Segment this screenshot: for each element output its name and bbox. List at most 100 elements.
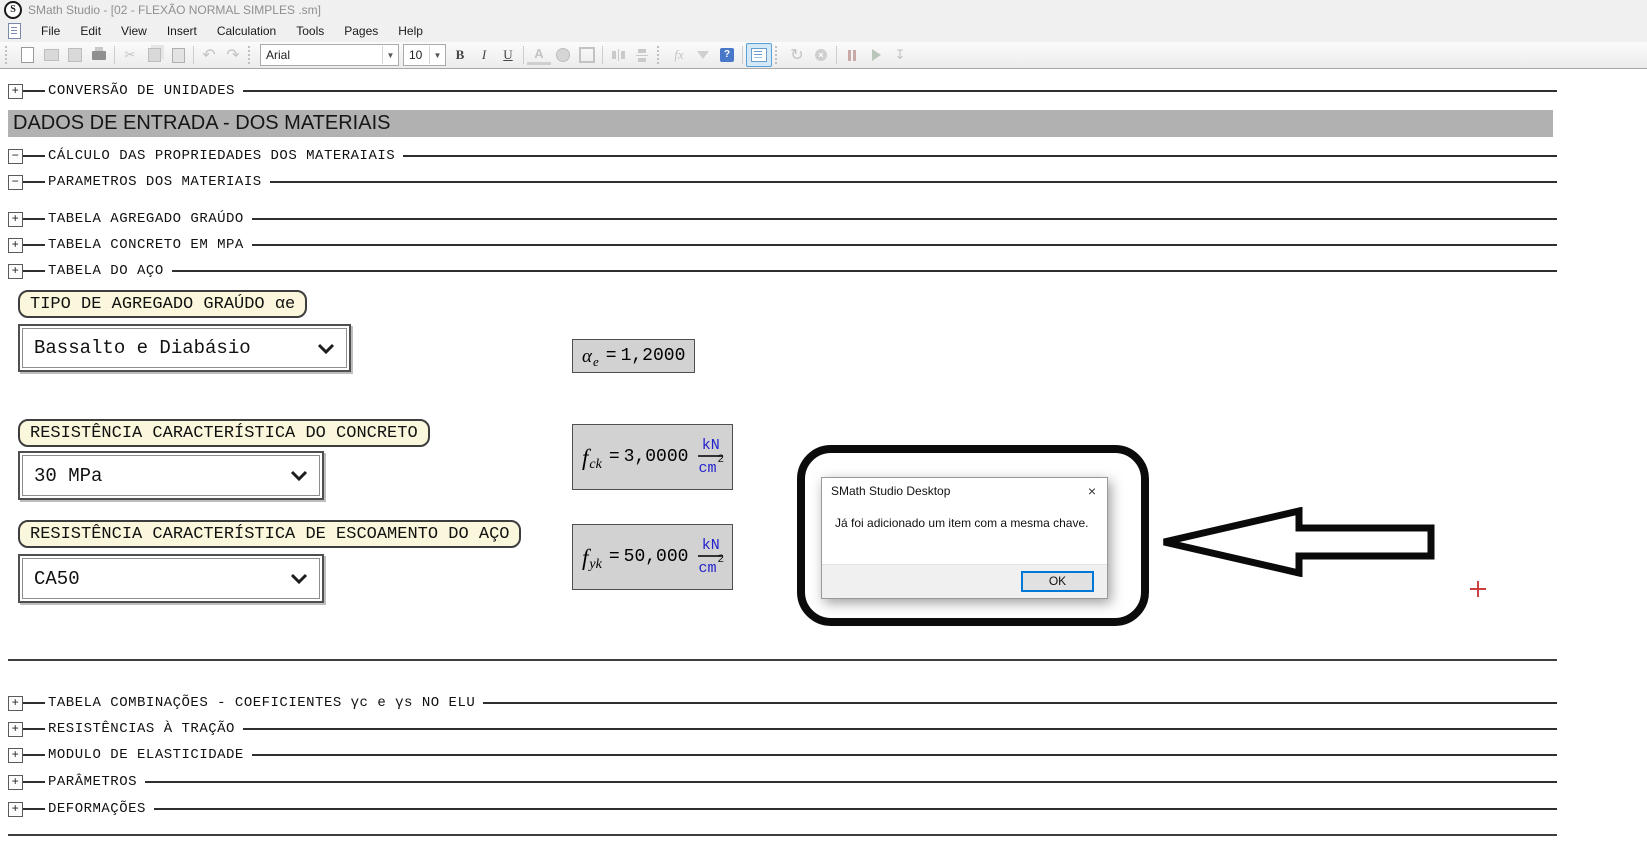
smath-logo-icon: S — [4, 1, 22, 19]
border-button[interactable] — [575, 44, 599, 66]
section-rule — [483, 702, 1557, 704]
menu-calculation[interactable]: Calculation — [207, 21, 286, 41]
menu-view[interactable]: View — [111, 21, 157, 41]
paste-button[interactable] — [166, 44, 190, 66]
window-titlebar[interactable]: S SMath Studio - [02 - FLEXÃO NORMAL SIM… — [0, 0, 1647, 20]
toolbar-grip — [5, 46, 12, 64]
form-controls-icon — [751, 48, 767, 62]
expand-toggle[interactable]: + — [8, 264, 23, 279]
section-label: PARÂMETROS — [45, 774, 145, 790]
section-connector — [23, 754, 45, 756]
italic-button[interactable]: I — [472, 44, 496, 66]
page-header-text: DADOS DE ENTRADA - DOS MATERIAIS — [13, 112, 390, 135]
bold-icon: B — [456, 47, 465, 63]
menu-insert[interactable]: Insert — [157, 21, 207, 41]
section-tabela-combinacoes: + TABELA COMBINAÇÕES - COEFICIENTES γc e… — [8, 694, 1557, 712]
expand-toggle[interactable]: + — [8, 84, 23, 99]
math-value: 3,0000 — [624, 447, 689, 467]
print-button[interactable] — [87, 44, 111, 66]
section-connector — [23, 181, 45, 183]
align-vertical-button[interactable] — [630, 44, 654, 66]
font-name-value: Arial — [266, 48, 290, 62]
font-color-button[interactable]: A — [527, 46, 551, 65]
font-size-combobox[interactable]: 10 ▼ — [403, 44, 446, 66]
section-label: CÁLCULO DAS PROPRIEDADES DOS MATERAIAIS — [45, 148, 403, 164]
save-button[interactable] — [63, 44, 87, 66]
unit-denominator: cm2 — [698, 559, 723, 576]
recalculate-button[interactable]: ↻ — [785, 44, 809, 66]
section-label: MODULO DE ELASTICIDADE — [45, 747, 252, 763]
window-title: SMath Studio - [02 - FLEXÃO NORMAL SIMPL… — [28, 3, 321, 17]
steel-grade-dropdown[interactable]: CA50 — [18, 554, 324, 603]
insert-function-button[interactable]: fx — [667, 44, 691, 66]
border-box-icon — [579, 47, 595, 63]
math-variable: f — [582, 546, 588, 569]
expand-toggle[interactable]: + — [8, 212, 23, 227]
unit-fraction: kN cm2 — [698, 538, 723, 576]
math-equals: = — [609, 547, 620, 567]
aggregate-type-value: Bassalto e Diabásio — [34, 337, 251, 359]
menu-edit[interactable]: Edit — [70, 21, 111, 41]
interrupt-button[interactable]: × — [809, 44, 833, 66]
expand-toggle[interactable]: + — [8, 238, 23, 253]
math-variable: α — [582, 347, 592, 366]
open-folder-icon — [44, 49, 59, 61]
align-horizontal-button[interactable] — [606, 44, 630, 66]
chevron-down-icon — [290, 573, 308, 584]
section-label: TABELA AGREGADO GRAÚDO — [45, 211, 252, 227]
alpha-e-math-region[interactable]: αe = 1,2000 — [572, 339, 695, 373]
menu-help[interactable]: Help — [388, 21, 433, 41]
expand-toggle[interactable]: + — [8, 775, 23, 790]
undo-button[interactable]: ↶ — [197, 44, 221, 66]
unit-exponent: 2 — [717, 454, 724, 466]
menu-pages[interactable]: Pages — [334, 21, 388, 41]
concrete-strength-label-text: RESISTÊNCIA CARACTERÍSTICA DO CONCRETO — [30, 424, 418, 443]
unit-numerator: kN — [702, 538, 720, 553]
cut-button[interactable]: ✂ — [118, 44, 142, 66]
math-subscript: e — [593, 354, 599, 370]
expand-toggle[interactable]: + — [8, 722, 23, 737]
underline-button[interactable]: U — [496, 44, 520, 66]
font-name-combobox[interactable]: Arial ▼ — [260, 44, 399, 66]
chevron-down-icon: ▼ — [429, 46, 445, 64]
steel-yield-label: RESISTÊNCIA CARACTERÍSTICA DE ESCOAMENTO… — [18, 520, 521, 548]
fyk-math-region[interactable]: fyk = 50,000 kN cm2 — [572, 524, 733, 590]
show-controls-button[interactable] — [746, 43, 772, 67]
reference-book-button[interactable]: ? — [715, 44, 739, 66]
expand-toggle[interactable]: + — [8, 696, 23, 711]
aggregate-type-dropdown[interactable]: Bassalto e Diabásio — [18, 324, 351, 372]
play-button[interactable] — [864, 44, 888, 66]
page-header-dados-de-entrada: DADOS DE ENTRADA - DOS MATERIAIS — [8, 110, 1553, 137]
redo-button[interactable]: ↷ — [221, 44, 245, 66]
open-button[interactable] — [39, 44, 63, 66]
concrete-strength-label: RESISTÊNCIA CARACTERÍSTICA DO CONCRETO — [18, 419, 430, 447]
collapse-toggle[interactable]: − — [8, 149, 23, 164]
dialog-titlebar[interactable]: SMath Studio Desktop — [822, 478, 1107, 504]
background-color-button[interactable] — [551, 44, 575, 66]
new-page-button[interactable] — [15, 44, 39, 66]
menu-file[interactable]: File — [31, 21, 70, 41]
expand-toggle[interactable]: + — [8, 748, 23, 763]
menu-tools[interactable]: Tools — [286, 21, 334, 41]
expand-toggle[interactable]: + — [8, 802, 23, 817]
section-tabela-concreto-mpa: + TABELA CONCRETO EM MPA — [8, 236, 1557, 254]
collapse-toggle[interactable]: − — [8, 175, 23, 190]
dialog-title-text: SMath Studio Desktop — [831, 484, 950, 498]
toolbar-separator — [523, 46, 524, 64]
horizontal-separator — [8, 834, 1557, 836]
bold-button[interactable]: B — [448, 44, 472, 66]
section-tabela-agregado-graudo: + TABELA AGREGADO GRAÚDO — [8, 210, 1557, 228]
step-button[interactable]: ↧ — [888, 44, 912, 66]
section-connector — [23, 218, 45, 220]
ok-button[interactable]: OK — [1021, 571, 1094, 592]
toolbar-grip — [657, 46, 664, 64]
pause-button[interactable] — [840, 44, 864, 66]
copy-icon — [148, 48, 161, 62]
cut-scissors-icon: ✂ — [125, 47, 136, 63]
dialog-button-strip: OK — [822, 564, 1107, 598]
concrete-strength-dropdown[interactable]: 30 MPa — [18, 451, 324, 500]
dialog-close-button[interactable]: × — [1077, 478, 1107, 504]
fck-math-region[interactable]: fck = 3,0000 kN cm2 — [572, 424, 733, 490]
filter-button[interactable] — [691, 44, 715, 66]
copy-button[interactable] — [142, 44, 166, 66]
